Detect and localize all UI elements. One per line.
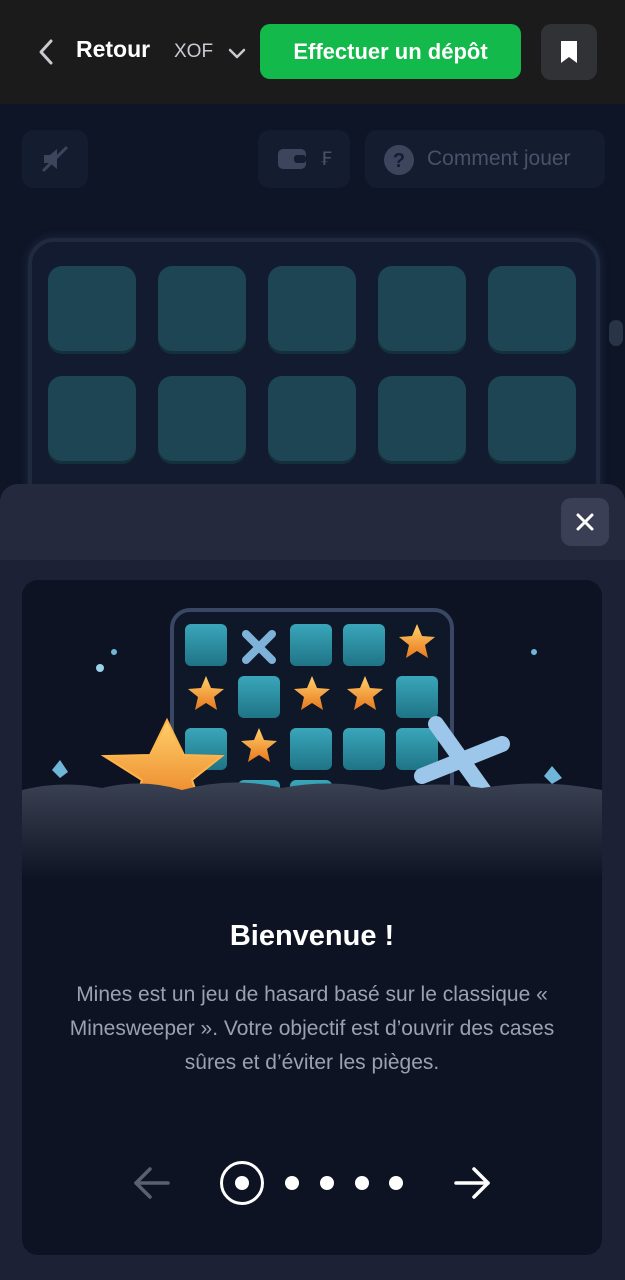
- chevron-down-icon[interactable]: [226, 42, 248, 64]
- tutorial-card: Bienvenue ! Mines est un jeu de hasard b…: [22, 580, 602, 1255]
- currency-selector[interactable]: XOF: [174, 41, 213, 63]
- mine-tile[interactable]: [48, 376, 136, 464]
- close-icon: [576, 513, 594, 531]
- mines-board: [28, 238, 600, 484]
- game-background: ₣ ? Comment jouer: [0, 104, 625, 484]
- back-button[interactable]: Retour: [76, 36, 150, 63]
- bookmark-button[interactable]: [541, 24, 597, 80]
- sound-toggle-button[interactable]: [22, 130, 88, 188]
- modal-description: Mines est un jeu de hasard basé sur le c…: [69, 983, 555, 1074]
- wallet-button[interactable]: ₣: [258, 130, 350, 188]
- top-bar: Retour XOF Effectuer un dépôt: [0, 0, 625, 104]
- mine-tile[interactable]: [268, 266, 356, 354]
- deposit-button[interactable]: Effectuer un dépôt: [260, 24, 521, 79]
- pager: [22, 1150, 602, 1220]
- mines-illustration: [22, 608, 602, 880]
- arrow-left-icon[interactable]: [130, 1164, 174, 1202]
- mine-tile[interactable]: [268, 376, 356, 464]
- pager-dot[interactable]: [355, 1176, 369, 1190]
- modal-header: [0, 484, 625, 560]
- modal-title: Bienvenue !: [229, 920, 395, 952]
- pager-dot[interactable]: [389, 1176, 403, 1190]
- close-button[interactable]: [561, 498, 609, 546]
- mine-tile[interactable]: [158, 376, 246, 464]
- mine-tile[interactable]: [158, 266, 246, 354]
- pager-dot[interactable]: [320, 1176, 334, 1190]
- side-handle: [609, 320, 623, 346]
- sound-off-icon: [42, 146, 68, 172]
- wallet-currency-symbol: ₣: [320, 148, 333, 170]
- how-to-play-label: Comment jouer: [427, 147, 571, 170]
- arrow-right-icon[interactable]: [450, 1164, 494, 1202]
- mine-tile[interactable]: [378, 376, 466, 464]
- mine-tile[interactable]: [488, 266, 576, 354]
- pager-dot[interactable]: [285, 1176, 299, 1190]
- wallet-icon: [278, 149, 306, 169]
- tutorial-modal: Bienvenue ! Mines est un jeu de hasard b…: [0, 484, 625, 1280]
- how-to-play-button[interactable]: ? Comment jouer: [365, 130, 605, 188]
- mine-tile[interactable]: [48, 266, 136, 354]
- mine-tile[interactable]: [378, 266, 466, 354]
- mine-tile[interactable]: [488, 376, 576, 464]
- chevron-left-icon[interactable]: [36, 38, 56, 66]
- pager-dot-active[interactable]: [220, 1161, 264, 1205]
- svg-text:?: ?: [393, 150, 405, 172]
- bookmark-icon: [561, 41, 577, 63]
- help-icon: ?: [384, 145, 414, 175]
